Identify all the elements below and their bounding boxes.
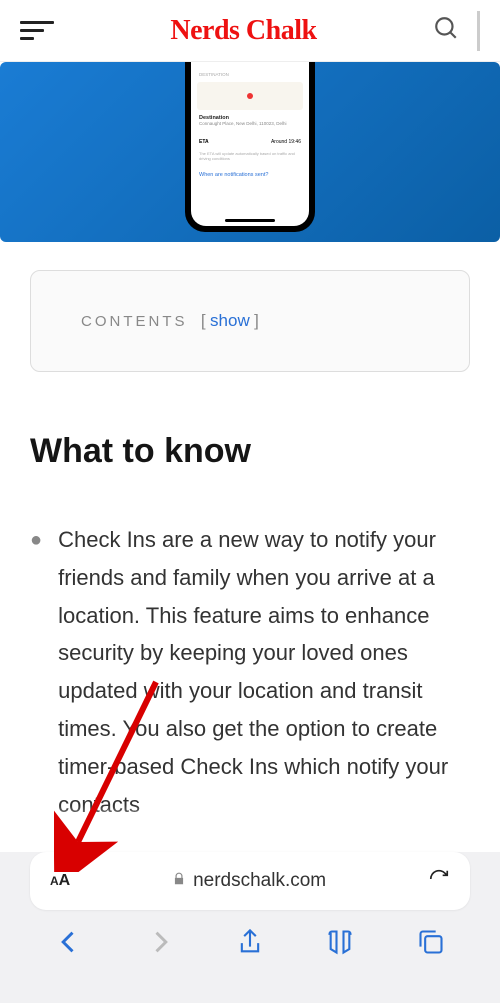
phone-link: When are notifications sent? [197,169,303,181]
search-icon[interactable] [433,15,459,46]
divider [477,11,480,51]
text-size-button[interactable]: AA [50,872,70,890]
list-item: ● Check Ins are a new way to notify your… [30,521,470,824]
reload-icon[interactable] [428,868,450,895]
hero-image: Cancel Check In DESTINATION Destination … [0,62,500,242]
site-logo[interactable]: Nerds Chalk [170,15,316,47]
bookmarks-button[interactable] [326,928,354,961]
lock-icon [172,870,186,892]
section-heading: What to know [30,432,470,471]
bullet-icon: ● [30,521,42,824]
menu-button[interactable] [20,21,54,40]
phone-section-label: DESTINATION [197,70,303,79]
contents-show-toggle[interactable]: show [210,311,250,330]
url-domain: nerdschalk.com [193,870,326,892]
browser-chrome: AA nerdschalk.com [0,852,500,1003]
contents-label: CONTENTS [81,313,188,330]
bullet-text: Check Ins are a new way to notify your f… [58,521,470,824]
share-button[interactable] [236,928,264,961]
contents-box: CONTENTS [ show ] [30,270,470,372]
phone-destination: Destination Connaught Place, New Delhi, … [197,113,303,128]
phone-eta-note: The ETA will update automatically based … [197,150,303,162]
back-button[interactable] [55,928,83,961]
url-bar[interactable]: AA nerdschalk.com [30,852,470,910]
tabs-button[interactable] [417,928,445,961]
phone-eta: ETA Around 19:46 [197,137,303,147]
phone-mockup: Cancel Check In DESTINATION Destination … [185,62,315,232]
phone-cancel-text: Cancel Check In [197,62,303,65]
phone-map [197,82,303,110]
forward-button [146,928,174,961]
